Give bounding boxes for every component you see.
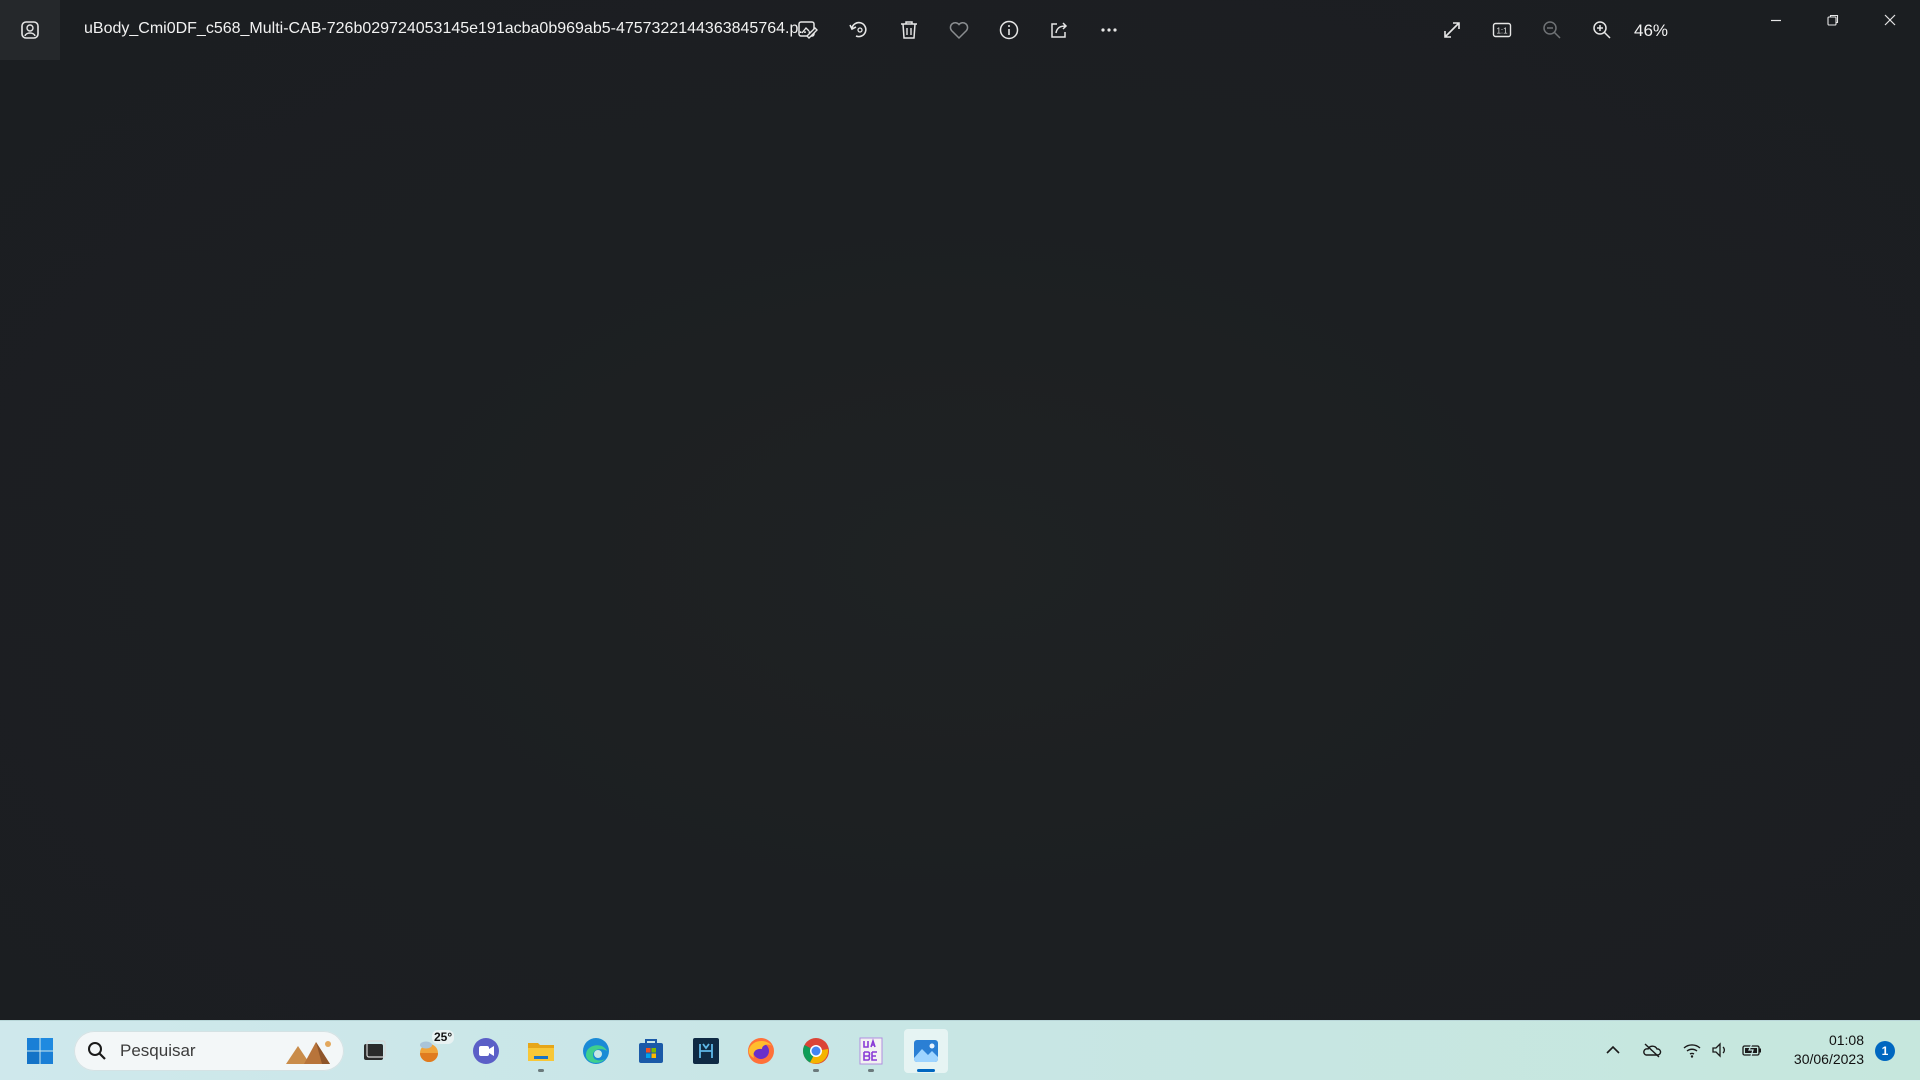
share-icon [1051,22,1068,38]
share-button[interactable] [1039,10,1079,50]
running-indicator [868,1069,874,1072]
uabe-icon [859,1037,883,1065]
firefox-button[interactable] [739,1029,783,1073]
notification-badge[interactable]: 1 [1875,1041,1895,1061]
meet-icon [473,1038,499,1064]
fullscreen-button[interactable] [1432,10,1472,50]
store-button[interactable] [629,1029,673,1073]
restore-icon [1827,14,1839,26]
search-placeholder: Pesquisar [120,1041,196,1060]
rotate-icon [849,21,867,38]
store-icon [639,1039,663,1063]
more-options-button[interactable] [1089,10,1129,50]
more-options-icon [1101,28,1117,32]
onedrive-offline-icon [1643,1043,1662,1058]
delete-button[interactable] [889,10,929,50]
edge-icon [583,1038,609,1064]
close-icon [1884,14,1896,26]
start-icon [27,1038,53,1064]
file-name: uBody_Cmi0DF_c568_Multi-CAB-726b02972405… [84,20,812,37]
favorite-icon [949,22,969,40]
rotate-button[interactable] [839,10,879,50]
photos-icon [21,21,39,39]
image-canvas[interactable] [0,60,1920,1020]
close-button[interactable] [1862,0,1918,40]
uabe-button[interactable] [849,1029,893,1073]
chrome-icon [803,1038,829,1064]
fullscreen-icon [1444,22,1460,38]
terminal-app-button[interactable] [684,1029,728,1073]
network-button[interactable] [1681,1039,1703,1061]
task-view-icon [364,1040,386,1060]
zoom-in-icon [1593,21,1611,39]
show-hidden-icons-button[interactable] [1602,1039,1624,1061]
file-explorer-icon [528,1043,554,1061]
onedrive-button[interactable] [1641,1039,1663,1061]
zoom-out-icon [1543,21,1561,39]
firefox-icon [748,1038,774,1064]
chevron-up-icon [1606,1045,1620,1054]
taskbar-search[interactable]: Pesquisar [74,1031,344,1071]
info-icon [999,20,1019,40]
info-button[interactable] [989,10,1029,50]
search-icon [88,1042,106,1060]
taskbar: Pesquisar 25° 01:08 30/06/2023 1 [0,1020,1920,1080]
running-indicator [538,1069,544,1072]
file-explorer-button[interactable] [519,1029,563,1073]
chrome-button[interactable] [794,1029,838,1073]
running-indicator [813,1069,819,1072]
edit-image-button[interactable] [788,10,828,50]
clock[interactable]: 01:08 30/06/2023 [1780,1031,1864,1069]
volume-icon [1712,1042,1725,1058]
actual-size-icon: 1:1 [1492,22,1512,38]
battery-icon [1742,1043,1761,1057]
clock-date: 30/06/2023 [1793,1051,1864,1067]
edge-button[interactable] [574,1029,618,1073]
start-button[interactable] [18,1029,62,1073]
zoom-in-button[interactable] [1582,10,1622,50]
volume-button[interactable] [1709,1039,1731,1061]
battery-button[interactable] [1741,1039,1763,1061]
minimize-icon [1771,19,1781,22]
wifi-icon [1683,1044,1701,1058]
photos-button[interactable] [904,1029,948,1073]
task-view-button[interactable] [352,1029,396,1073]
actual-size-button[interactable]: 1:1 [1482,10,1522,50]
edit-image-icon [798,21,818,39]
meet-button[interactable] [464,1029,508,1073]
clock-time: 01:08 [1828,1032,1864,1048]
delete-icon [901,21,917,39]
photos-viewer-window: uBody_Cmi0DF_c568_Multi-CAB-726b02972405… [0,0,1920,1020]
active-indicator [917,1069,935,1072]
terminal-app-icon [693,1038,719,1064]
minimize-button[interactable] [1748,0,1804,40]
zoom-out-button[interactable] [1532,10,1572,50]
photos-app-icon[interactable] [0,0,60,60]
title-bar: uBody_Cmi0DF_c568_Multi-CAB-726b02972405… [0,0,1920,60]
favorite-button[interactable] [939,10,979,50]
restore-button[interactable] [1805,0,1861,40]
actual-size-label: 1:1 [1496,27,1508,36]
weather-temperature: 25° [432,1030,455,1044]
search-highlight-icon [286,1041,331,1064]
zoom-level[interactable]: 46% [1634,21,1668,41]
photos-icon [914,1040,938,1062]
